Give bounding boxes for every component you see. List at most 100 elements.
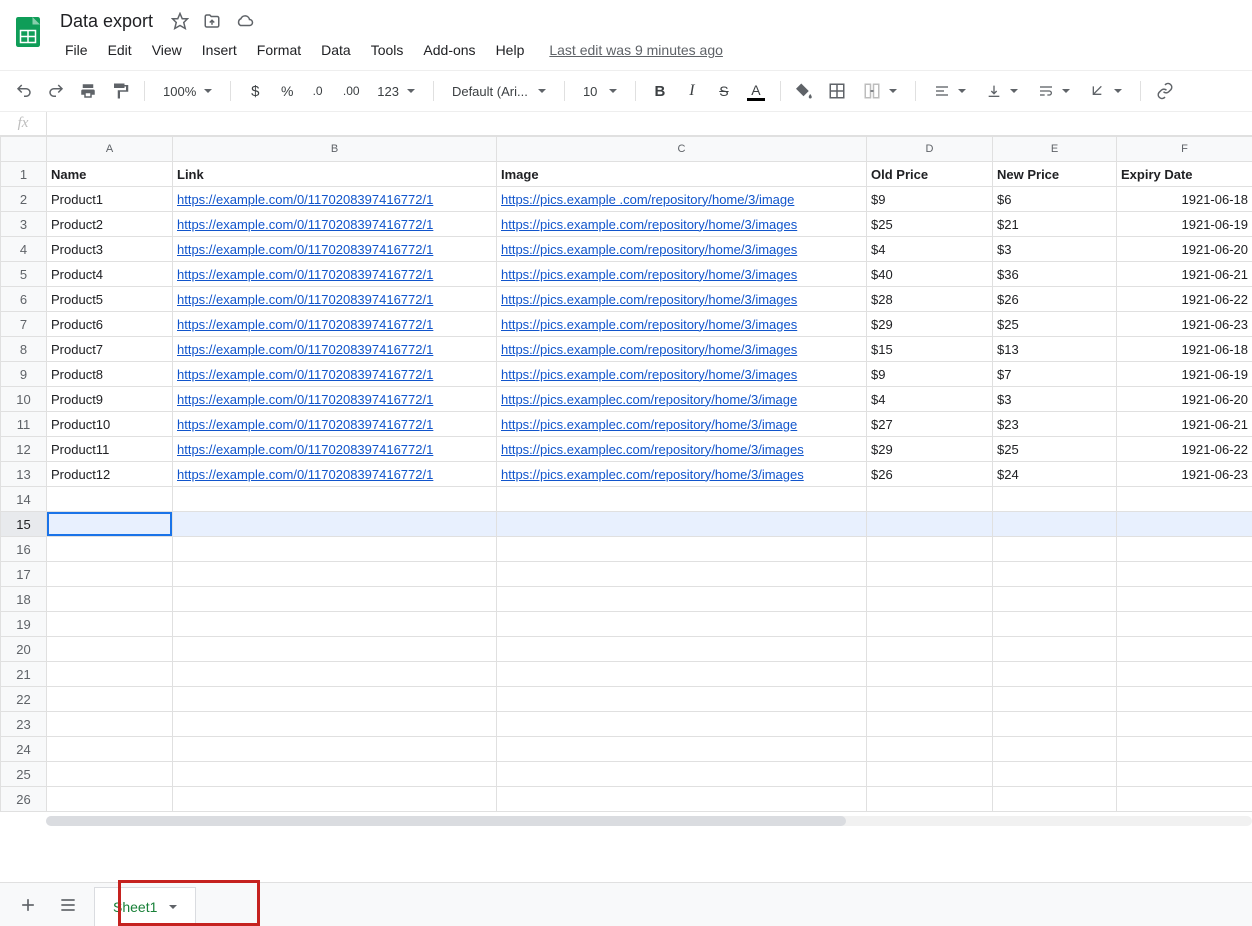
row-header[interactable]: 14 <box>1 487 47 512</box>
cell[interactable] <box>173 712 497 737</box>
cell[interactable]: https://pics.example .com/repository/hom… <box>497 187 867 212</box>
decrease-decimal-button[interactable]: .0 <box>305 77 333 105</box>
cell[interactable]: Product6 <box>47 312 173 337</box>
row-header[interactable]: 13 <box>1 462 47 487</box>
row-header[interactable]: 20 <box>1 637 47 662</box>
cell[interactable] <box>993 662 1117 687</box>
row-header[interactable]: 8 <box>1 337 47 362</box>
cell[interactable] <box>1117 662 1252 687</box>
cell[interactable]: $24 <box>993 462 1117 487</box>
menu-data[interactable]: Data <box>312 38 360 62</box>
cell[interactable]: $25 <box>867 212 993 237</box>
cell[interactable]: $29 <box>867 437 993 462</box>
cell[interactable]: Product4 <box>47 262 173 287</box>
format-percent-button[interactable]: % <box>273 77 301 105</box>
increase-decimal-button[interactable]: .00 <box>337 77 365 105</box>
cell[interactable] <box>497 562 867 587</box>
cell[interactable]: https://example.com/0/1170208397416772/1 <box>173 362 497 387</box>
fill-color-button[interactable] <box>791 77 819 105</box>
cell[interactable] <box>497 512 867 537</box>
cell[interactable] <box>993 537 1117 562</box>
row-header[interactable]: 3 <box>1 212 47 237</box>
cell[interactable] <box>47 762 173 787</box>
row-header[interactable]: 26 <box>1 787 47 812</box>
cell[interactable] <box>47 562 173 587</box>
spreadsheet-grid[interactable]: ABCDEF 1NameLinkImageOld PriceNew PriceE… <box>0 136 1252 812</box>
cell[interactable] <box>47 787 173 812</box>
bold-button[interactable]: B <box>646 77 674 105</box>
row-header[interactable]: 19 <box>1 612 47 637</box>
cell[interactable]: Product7 <box>47 337 173 362</box>
cell[interactable]: Product2 <box>47 212 173 237</box>
row-header[interactable]: 10 <box>1 387 47 412</box>
cell[interactable] <box>497 737 867 762</box>
cell[interactable]: $6 <box>993 187 1117 212</box>
text-rotation-dropdown[interactable] <box>1082 77 1130 105</box>
cell[interactable]: Product1 <box>47 187 173 212</box>
cell[interactable] <box>867 487 993 512</box>
cell[interactable] <box>867 762 993 787</box>
cell[interactable] <box>1117 637 1252 662</box>
cell[interactable] <box>867 737 993 762</box>
cell[interactable]: 1921-06-23 <box>1117 462 1252 487</box>
cell[interactable]: https://pics.examplec.com/repository/hom… <box>497 412 867 437</box>
cell[interactable]: https://pics.example.com/repository/home… <box>497 312 867 337</box>
cell[interactable] <box>867 712 993 737</box>
more-formats-dropdown[interactable]: 123 <box>369 77 423 105</box>
text-color-button[interactable]: A <box>742 77 770 105</box>
cell[interactable] <box>497 712 867 737</box>
borders-button[interactable] <box>823 77 851 105</box>
cell[interactable] <box>47 612 173 637</box>
cell[interactable] <box>993 762 1117 787</box>
row-header[interactable]: 23 <box>1 712 47 737</box>
cell[interactable] <box>47 662 173 687</box>
cell[interactable]: https://pics.example.com/repository/home… <box>497 212 867 237</box>
cell[interactable]: New Price <box>993 162 1117 187</box>
cell[interactable]: Product9 <box>47 387 173 412</box>
cell[interactable]: https://example.com/0/1170208397416772/1 <box>173 287 497 312</box>
menu-format[interactable]: Format <box>248 38 310 62</box>
cell[interactable] <box>173 487 497 512</box>
column-header[interactable]: D <box>867 137 993 162</box>
cell[interactable] <box>1117 787 1252 812</box>
row-header[interactable]: 4 <box>1 237 47 262</box>
cell[interactable] <box>867 662 993 687</box>
cell[interactable] <box>497 587 867 612</box>
zoom-dropdown[interactable]: 100% <box>155 77 220 105</box>
cell[interactable]: 1921-06-19 <box>1117 362 1252 387</box>
cell[interactable] <box>1117 487 1252 512</box>
cell[interactable]: 1921-06-21 <box>1117 262 1252 287</box>
cell[interactable]: $27 <box>867 412 993 437</box>
row-header[interactable]: 6 <box>1 287 47 312</box>
cell[interactable] <box>993 487 1117 512</box>
cell[interactable] <box>47 587 173 612</box>
cell[interactable]: 1921-06-18 <box>1117 337 1252 362</box>
cell[interactable] <box>173 737 497 762</box>
all-sheets-button[interactable] <box>54 891 82 919</box>
cell[interactable]: Product12 <box>47 462 173 487</box>
cell[interactable] <box>867 687 993 712</box>
row-header[interactable]: 15 <box>1 512 47 537</box>
insert-link-button[interactable] <box>1151 77 1179 105</box>
menu-insert[interactable]: Insert <box>193 38 246 62</box>
column-header[interactable]: A <box>47 137 173 162</box>
cell[interactable]: $25 <box>993 312 1117 337</box>
cell[interactable]: 1921-06-18 <box>1117 187 1252 212</box>
cell[interactable]: 1921-06-20 <box>1117 237 1252 262</box>
strikethrough-button[interactable]: S <box>710 77 738 105</box>
cell[interactable] <box>497 687 867 712</box>
cell[interactable]: $21 <box>993 212 1117 237</box>
cell[interactable] <box>497 612 867 637</box>
sheet-tab-menu-icon[interactable] <box>169 905 177 909</box>
cell[interactable] <box>1117 512 1252 537</box>
cell[interactable] <box>867 537 993 562</box>
star-icon[interactable] <box>171 12 189 30</box>
row-header[interactable]: 7 <box>1 312 47 337</box>
cell[interactable] <box>173 762 497 787</box>
cell[interactable]: https://pics.examplec.com/repository/hom… <box>497 387 867 412</box>
cell[interactable]: $29 <box>867 312 993 337</box>
cell[interactable] <box>867 512 993 537</box>
cell[interactable]: https://example.com/0/1170208397416772/1 <box>173 462 497 487</box>
cell[interactable]: $9 <box>867 362 993 387</box>
cell[interactable]: $28 <box>867 287 993 312</box>
